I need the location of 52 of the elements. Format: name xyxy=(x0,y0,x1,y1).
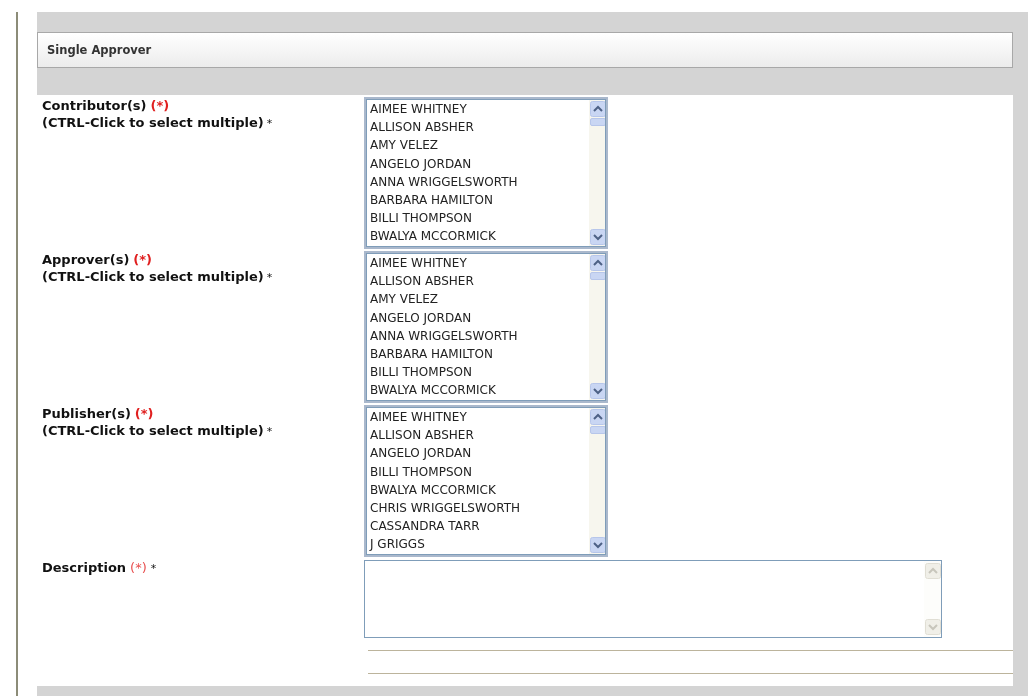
field-label: Approver(s) xyxy=(42,251,130,268)
list-option[interactable]: J GRIGGS xyxy=(370,535,589,554)
list-option[interactable]: AIMEE WHITNEY xyxy=(370,100,589,119)
list-option[interactable]: BILLI THOMPSON xyxy=(370,462,589,481)
scroll-thumb[interactable] xyxy=(590,272,606,280)
required-marker: (*) xyxy=(133,251,153,268)
list-option[interactable]: BARBARA HAMILTON xyxy=(370,345,589,364)
list-option[interactable]: AMY VELEZ xyxy=(370,136,589,155)
required-marker: (*) xyxy=(150,97,170,114)
section-header: Single Approver xyxy=(37,32,1013,68)
list-option[interactable]: ANGELO JORDAN xyxy=(370,154,589,173)
scroll-up-icon[interactable] xyxy=(590,101,606,117)
asterisk: * xyxy=(266,116,273,132)
list-option[interactable]: CASSANDRA TARR xyxy=(370,517,589,536)
list-option[interactable]: AMY VELEZ xyxy=(370,290,589,309)
list-option[interactable]: ANGELO JORDAN xyxy=(370,444,589,463)
field-hint: (CTRL-Click to select multiple) xyxy=(42,268,264,285)
list-option[interactable]: BILLI THOMPSON xyxy=(370,363,589,382)
list-option[interactable]: ANGELO JORDAN xyxy=(370,308,589,327)
list-option[interactable]: BWALYA MCCORMICK xyxy=(370,480,589,499)
list-option[interactable]: ALLISON ABSHER xyxy=(370,272,589,291)
list-box[interactable]: AIMEE WHITNEY ALLISON ABSHER AMY VELEZ ANGELO JORDAN ANNA WRIGGELSWORTH BARBARA HAMILTON BILLI THOMPSON BWALYA MCCORMICK xyxy=(364,97,608,249)
list-option[interactable]: CHRIS WRIGGELSWORTH xyxy=(370,499,589,518)
list-option[interactable]: ANNA WRIGGELSWORTH xyxy=(370,172,589,191)
field-hint: (CTRL-Click to select multiple) xyxy=(42,422,264,439)
list-option[interactable]: AIMEE WHITNEY xyxy=(370,254,589,273)
scroll-down-icon[interactable] xyxy=(590,537,606,553)
list-option[interactable]: BARBARA HAMILTON xyxy=(370,191,589,210)
required-marker: (*) xyxy=(134,405,154,422)
list-option[interactable]: BWALYA MCCORMICK xyxy=(370,227,589,246)
list-option[interactable]: ANNA WRIGGELSWORTH xyxy=(370,326,589,345)
list-option[interactable]: BILLI THOMPSON xyxy=(370,209,589,228)
scroll-thumb[interactable] xyxy=(590,426,606,434)
field-hint: (CTRL-Click to select multiple) xyxy=(42,114,264,131)
field-label: Publisher(s) xyxy=(42,405,131,422)
scroll-up-icon[interactable] xyxy=(590,409,606,425)
list-box[interactable]: AIMEE WHITNEY ALLISON ABSHER ANGELO JORDAN BILLI THOMPSON BWALYA MCCORMICK CHRIS WRIGGELSWORTH CASSANDRA TARR J GRIGGS xyxy=(364,405,608,557)
list-option[interactable]: ALLISON ABSHER xyxy=(370,426,589,445)
list-option[interactable]: ALLISON ABSHER xyxy=(370,118,589,137)
scroll-thumb[interactable] xyxy=(590,118,606,126)
list-option[interactable]: AIMEE WHITNEY xyxy=(370,408,589,427)
list-option[interactable]: BWALYA MCCORMICK xyxy=(370,381,589,400)
asterisk: * xyxy=(266,270,273,286)
field-label: Description xyxy=(42,559,127,576)
scroll-up-icon[interactable] xyxy=(590,255,606,271)
scroll-down-icon[interactable] xyxy=(590,383,606,399)
asterisk: * xyxy=(150,561,157,577)
list-box[interactable]: AIMEE WHITNEY ALLISON ABSHER AMY VELEZ ANGELO JORDAN ANNA WRIGGELSWORTH BARBARA HAMILTON BILLI THOMPSON BWALYA MCCORMICK xyxy=(364,251,608,403)
scroll-down-icon[interactable] xyxy=(590,229,606,245)
asterisk: * xyxy=(266,424,273,440)
field-label: Contributor(s) xyxy=(42,97,147,114)
required-marker: (*) xyxy=(130,559,147,576)
